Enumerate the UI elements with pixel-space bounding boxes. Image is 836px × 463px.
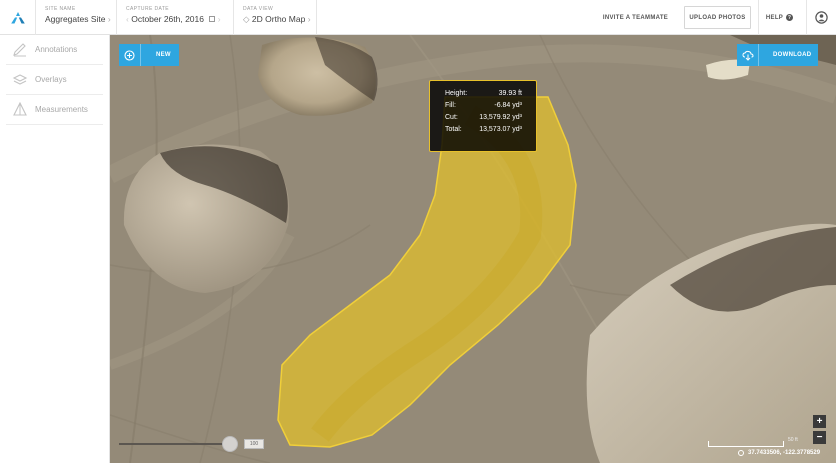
measurement-row-fill: Fill: -6.84 yd³ xyxy=(445,102,522,109)
chevron-right-icon: › xyxy=(307,14,311,24)
map-view[interactable]: NEW DOWNLOAD Height: 39.93 ft Fill: -6.8… xyxy=(110,35,836,463)
new-label: NEW xyxy=(156,52,171,58)
app-logo[interactable] xyxy=(0,0,35,35)
user-icon xyxy=(815,11,828,24)
capture-date-selector[interactable]: CAPTURE DATE ‹ October 26th, 2016 › xyxy=(116,0,233,35)
new-button[interactable]: NEW xyxy=(119,44,179,66)
measurement-row-height: Height: 39.93 ft xyxy=(445,90,522,97)
site-name-label: SITE NAME xyxy=(45,6,76,12)
data-view-selector[interactable]: DATA VIEW ◇ 2D Ortho Map › xyxy=(233,0,317,35)
sidebar: Annotations Overlays Measurements xyxy=(0,35,110,463)
scale-bar xyxy=(708,441,784,447)
location-pin-icon xyxy=(738,450,744,456)
volume-measurement-tooltip: Height: 39.93 ft Fill: -6.84 yd³ Cut: 13… xyxy=(429,80,537,152)
chevron-right-icon: › xyxy=(107,14,111,24)
data-view-value: 2D Ortho Map xyxy=(251,14,306,24)
account-button[interactable] xyxy=(806,0,836,35)
coordinates-readout: 37.7433506, -122.3778529 xyxy=(738,450,820,456)
help-label: HELP xyxy=(765,14,784,21)
sidebar-item-label: Overlays xyxy=(35,75,67,84)
pen-icon xyxy=(10,40,30,60)
cloud-download-icon xyxy=(737,44,759,66)
zoom-in-button[interactable]: + xyxy=(813,415,826,428)
sidebar-item-label: Annotations xyxy=(35,45,78,54)
opacity-slider-thumb[interactable] xyxy=(222,436,238,452)
opacity-slider-value[interactable]: 100 xyxy=(244,439,264,449)
layers-icon xyxy=(10,70,30,90)
measurement-row-cut: Cut: 13,579.92 yd³ xyxy=(445,114,522,121)
sidebar-item-annotations[interactable]: Annotations xyxy=(6,35,103,65)
sidebar-item-measurements[interactable]: Measurements xyxy=(6,95,103,125)
help-button[interactable]: HELP ? xyxy=(758,0,800,35)
chevron-right-icon[interactable]: › xyxy=(218,14,221,24)
diamond-icon: ◇ xyxy=(243,14,250,24)
logo-icon xyxy=(10,11,25,23)
ruler-icon xyxy=(10,100,30,120)
measurement-row-total: Total: 13,573.07 yd³ xyxy=(445,126,522,133)
opacity-slider-track[interactable] xyxy=(119,443,229,445)
upload-photos-button[interactable]: UPLOAD PHOTOS xyxy=(684,6,751,29)
top-bar: SITE NAME Aggregates Site › CAPTURE DATE… xyxy=(0,0,836,35)
question-icon: ? xyxy=(786,14,794,21)
plus-circle-icon xyxy=(119,44,141,66)
calendar-icon xyxy=(209,16,216,22)
site-name-value: Aggregates Site xyxy=(45,14,106,24)
chevron-left-icon[interactable]: ‹ xyxy=(126,14,129,24)
scale-label: 50 ft xyxy=(788,437,798,443)
sidebar-item-label: Measurements xyxy=(35,105,88,114)
invite-teammate-button[interactable]: INVITE A TEAMMATE xyxy=(598,0,673,35)
capture-date-value: October 26th, 2016 xyxy=(131,14,204,24)
zoom-out-button[interactable]: − xyxy=(813,431,826,444)
coordinates-value: 37.7433506, -122.3778529 xyxy=(748,450,821,456)
data-view-label: DATA VIEW xyxy=(243,6,274,12)
site-name-selector[interactable]: SITE NAME Aggregates Site › xyxy=(35,0,115,35)
capture-date-label: CAPTURE DATE xyxy=(126,6,170,12)
download-button[interactable]: DOWNLOAD xyxy=(737,44,818,66)
download-label: DOWNLOAD xyxy=(773,52,812,58)
sidebar-item-overlays[interactable]: Overlays xyxy=(6,65,103,95)
